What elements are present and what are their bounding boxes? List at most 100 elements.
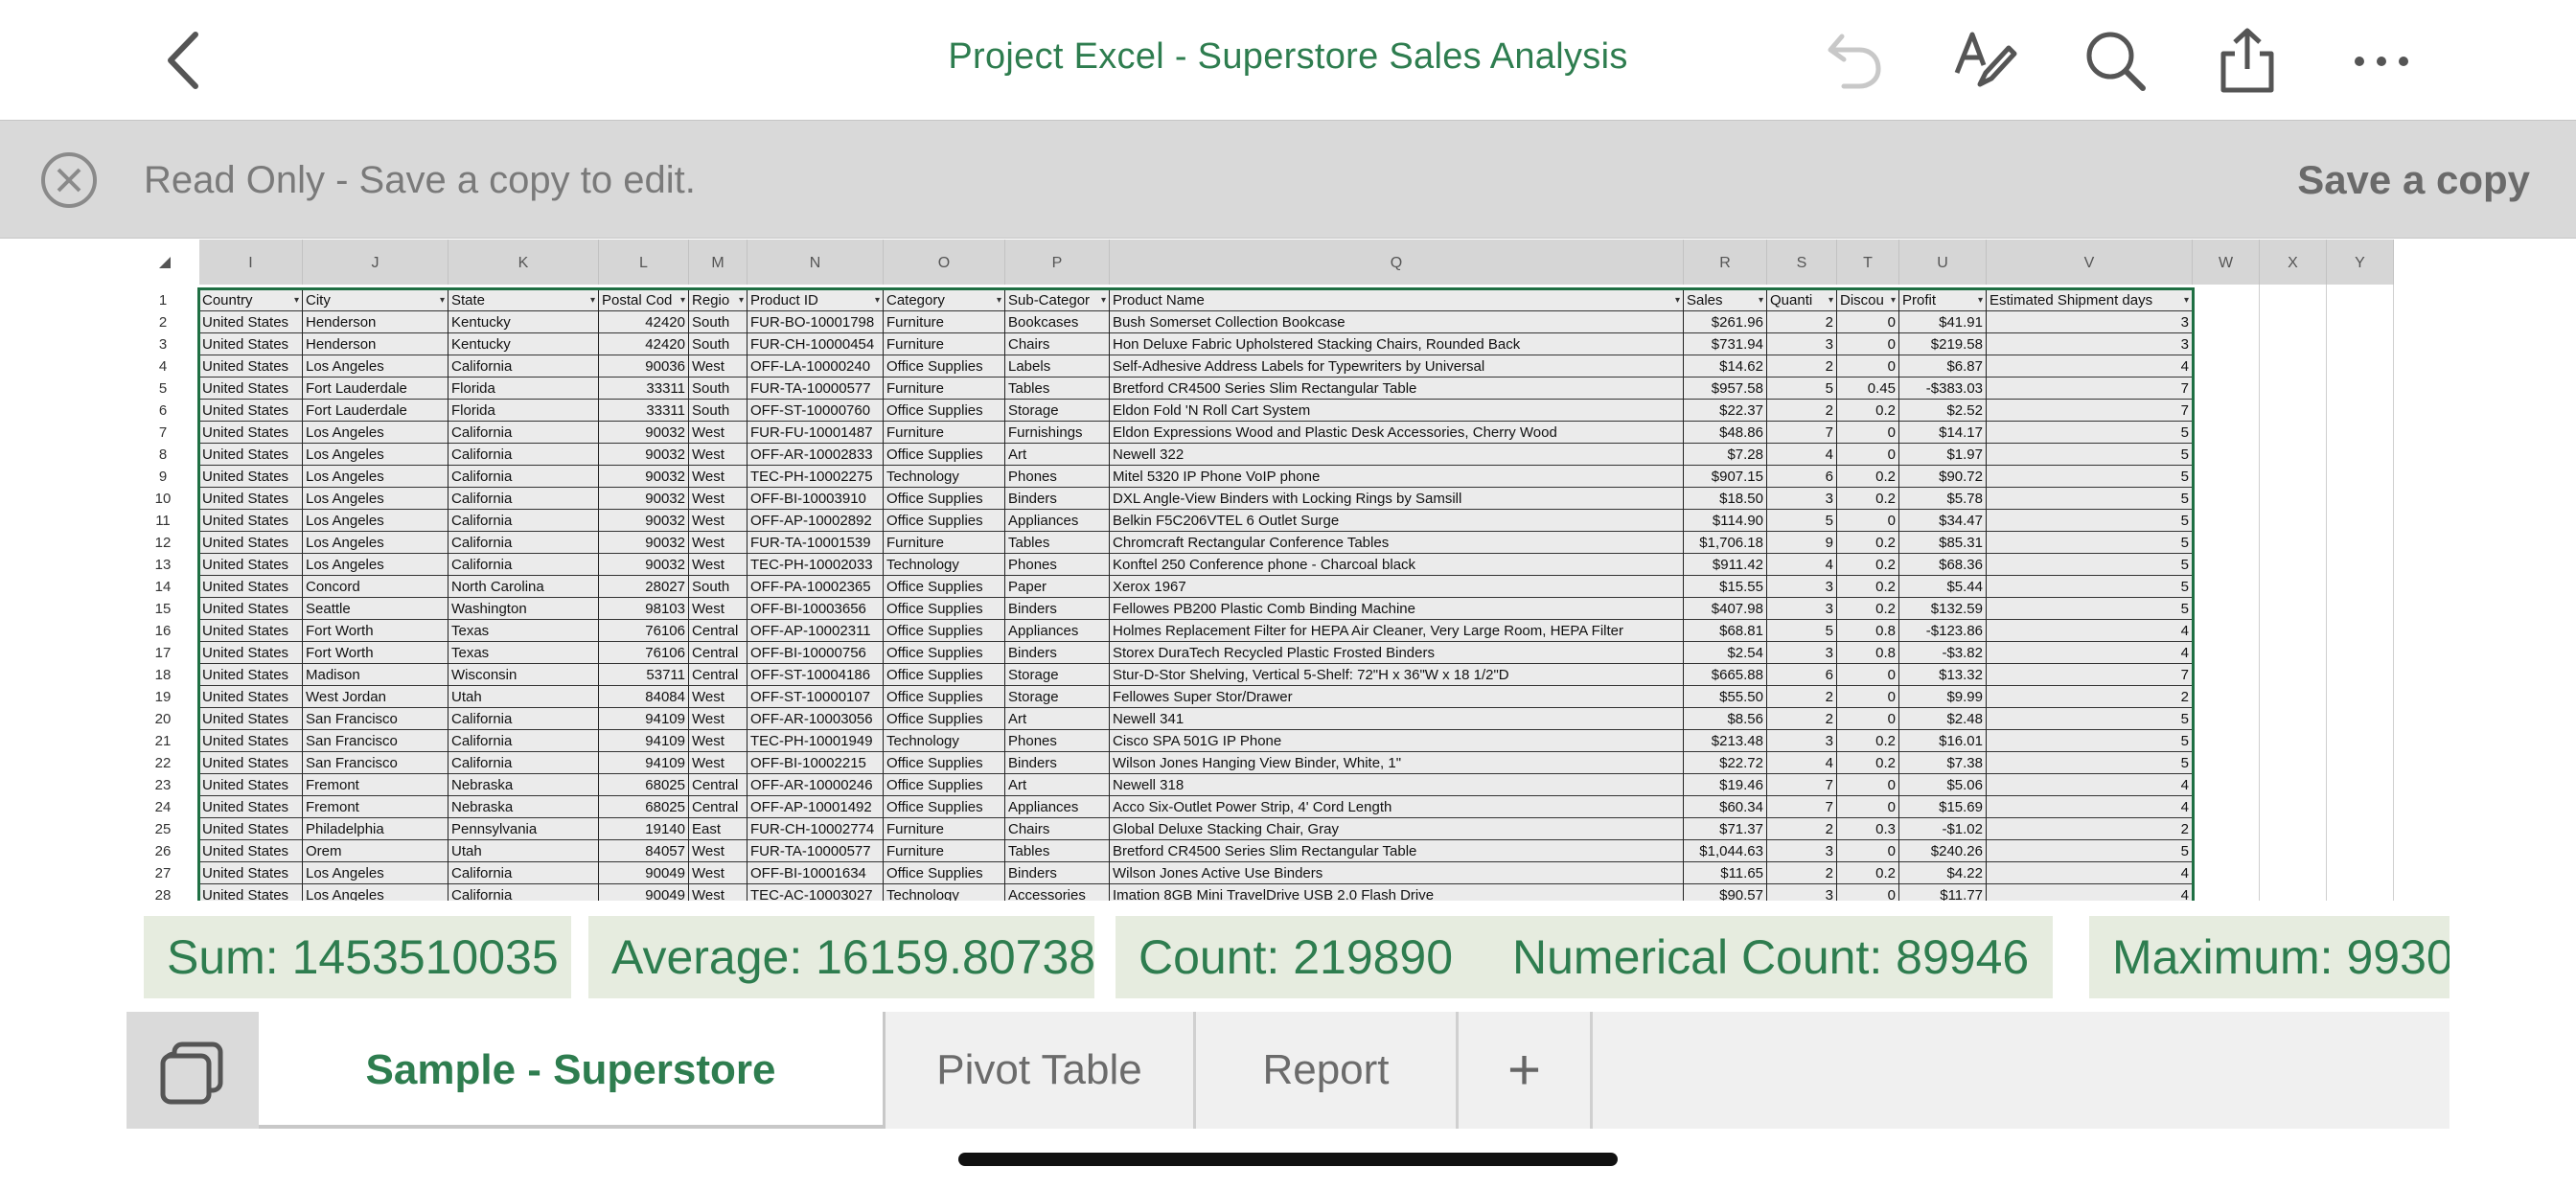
table-cell[interactable]: United States <box>199 664 303 686</box>
table-cell[interactable]: Furnishings <box>1005 422 1110 444</box>
table-cell[interactable]: Los Angeles <box>303 510 448 532</box>
table-cell[interactable]: West <box>689 598 748 620</box>
table-cell[interactable]: TEC-AC-10003027 <box>748 884 884 901</box>
table-cell[interactable]: 4 <box>1987 620 2193 642</box>
table-cell[interactable]: Furniture <box>884 311 1005 333</box>
table-cell[interactable]: East <box>689 818 748 840</box>
table-cell[interactable]: $731.94 <box>1684 333 1767 355</box>
table-cell[interactable]: 3 <box>1767 884 1837 901</box>
table-cell[interactable]: 5 <box>1987 840 2193 862</box>
pen-icon[interactable] <box>1951 27 2018 94</box>
table-cell[interactable]: 7 <box>1987 664 2193 686</box>
table-cell[interactable]: Phones <box>1005 466 1110 488</box>
table-cell[interactable]: $407.98 <box>1684 598 1767 620</box>
table-cell[interactable]: 5 <box>1987 422 2193 444</box>
header-cell[interactable]: Postal Cod ▾ <box>599 289 689 311</box>
table-cell[interactable]: Office Supplies <box>884 642 1005 664</box>
table-cell[interactable]: 53711 <box>599 664 689 686</box>
table-cell[interactable]: Office Supplies <box>884 752 1005 774</box>
table-cell[interactable]: 5 <box>1987 730 2193 752</box>
table-cell[interactable]: $219.58 <box>1899 333 1987 355</box>
table-cell[interactable]: 90032 <box>599 532 689 554</box>
filter-dropdown-icon[interactable]: ▾ <box>875 289 880 310</box>
header-cell[interactable]: Country ▾ <box>199 289 303 311</box>
row-header[interactable]: 19 <box>126 686 199 708</box>
row-header[interactable]: 22 <box>126 752 199 774</box>
header-cell[interactable]: Estimated Shipment days ▾ <box>1987 289 2193 311</box>
table-cell[interactable]: 0.2 <box>1837 532 1899 554</box>
table-cell[interactable]: United States <box>199 708 303 730</box>
table-cell[interactable]: United States <box>199 840 303 862</box>
table-cell[interactable]: 5 <box>1987 444 2193 466</box>
table-cell[interactable]: North Carolina <box>448 576 599 598</box>
table-cell[interactable]: Furniture <box>884 818 1005 840</box>
table-cell[interactable]: FUR-CH-10002774 <box>748 818 884 840</box>
table-cell[interactable]: United States <box>199 510 303 532</box>
table-cell[interactable]: Los Angeles <box>303 884 448 901</box>
header-cell[interactable]: Sub-Categor ▾ <box>1005 289 1110 311</box>
table-cell[interactable]: Bookcases <box>1005 311 1110 333</box>
table-cell[interactable]: 90032 <box>599 422 689 444</box>
table-cell[interactable]: Binders <box>1005 752 1110 774</box>
column-header-x[interactable]: X <box>2260 240 2327 285</box>
column-header-k[interactable]: K <box>448 240 599 285</box>
table-cell[interactable]: $261.96 <box>1684 311 1767 333</box>
tab-sample-superstore[interactable]: Sample - Superstore <box>259 1012 886 1129</box>
table-cell[interactable]: TEC-PH-10002033 <box>748 554 884 576</box>
table-cell[interactable]: United States <box>199 532 303 554</box>
table-cell[interactable]: West <box>689 466 748 488</box>
table-cell[interactable]: Art <box>1005 444 1110 466</box>
table-cell[interactable]: United States <box>199 884 303 901</box>
table-cell[interactable]: Tables <box>1005 378 1110 400</box>
sheet-switcher-button[interactable] <box>126 1012 259 1129</box>
filter-dropdown-icon[interactable]: ▾ <box>739 289 744 310</box>
table-cell[interactable]: West <box>689 488 748 510</box>
table-cell[interactable]: 0.3 <box>1837 818 1899 840</box>
table-cell[interactable]: $1.97 <box>1899 444 1987 466</box>
average-chip[interactable]: Average: 16159.80738 <box>588 916 1095 998</box>
row-header[interactable]: 20 <box>126 708 199 730</box>
filter-dropdown-icon[interactable]: ▾ <box>1675 289 1680 310</box>
table-cell[interactable]: Fremont <box>303 796 448 818</box>
table-cell[interactable]: 76106 <box>599 642 689 664</box>
column-header-q[interactable]: Q <box>1110 240 1684 285</box>
row-header[interactable]: 14 <box>126 576 199 598</box>
table-cell[interactable]: 0 <box>1837 840 1899 862</box>
table-cell[interactable]: California <box>448 554 599 576</box>
table-cell[interactable]: Los Angeles <box>303 488 448 510</box>
table-cell[interactable]: 90036 <box>599 355 689 378</box>
table-cell[interactable]: $48.86 <box>1684 422 1767 444</box>
table-cell[interactable]: $85.31 <box>1899 532 1987 554</box>
table-cell[interactable]: 0.2 <box>1837 400 1899 422</box>
filter-dropdown-icon[interactable]: ▾ <box>590 289 595 310</box>
table-cell[interactable]: 76106 <box>599 620 689 642</box>
row-header[interactable]: 27 <box>126 862 199 884</box>
table-cell[interactable]: 0 <box>1837 884 1899 901</box>
row-header[interactable]: 2 <box>126 311 199 333</box>
table-cell[interactable]: United States <box>199 466 303 488</box>
table-cell[interactable]: 19140 <box>599 818 689 840</box>
table-cell[interactable]: 68025 <box>599 774 689 796</box>
tab-pivot-table[interactable]: Pivot Table <box>886 1012 1196 1129</box>
column-header-r[interactable]: R <box>1684 240 1767 285</box>
table-cell[interactable]: Belkin F5C206VTEL 6 Outlet Surge <box>1110 510 1684 532</box>
table-cell[interactable]: 0.2 <box>1837 554 1899 576</box>
table-cell[interactable]: 0.2 <box>1837 862 1899 884</box>
table-cell[interactable]: 0.2 <box>1837 466 1899 488</box>
table-cell[interactable]: Central <box>689 620 748 642</box>
table-cell[interactable]: Technology <box>884 554 1005 576</box>
table-cell[interactable]: DXL Angle-View Binders with Locking Ring… <box>1110 488 1684 510</box>
table-cell[interactable]: 5 <box>1767 510 1837 532</box>
table-cell[interactable]: OFF-ST-10000760 <box>748 400 884 422</box>
table-cell[interactable]: Central <box>689 642 748 664</box>
table-cell[interactable]: $55.50 <box>1684 686 1767 708</box>
filter-dropdown-icon[interactable]: ▾ <box>1828 289 1833 310</box>
table-cell[interactable]: $18.50 <box>1684 488 1767 510</box>
spreadsheet-grid[interactable]: IJKLMNOPQRSTUVWXY 1 2 3 4 5 6 7 8 9 10 11 12 13 14 15 1… <box>126 240 2450 901</box>
table-cell[interactable]: West <box>689 422 748 444</box>
table-cell[interactable]: West <box>689 510 748 532</box>
table-cell[interactable]: $13.32 <box>1899 664 1987 686</box>
table-cell[interactable]: 7 <box>1987 378 2193 400</box>
table-cell[interactable]: Orem <box>303 840 448 862</box>
table-cell[interactable]: 2 <box>1767 708 1837 730</box>
